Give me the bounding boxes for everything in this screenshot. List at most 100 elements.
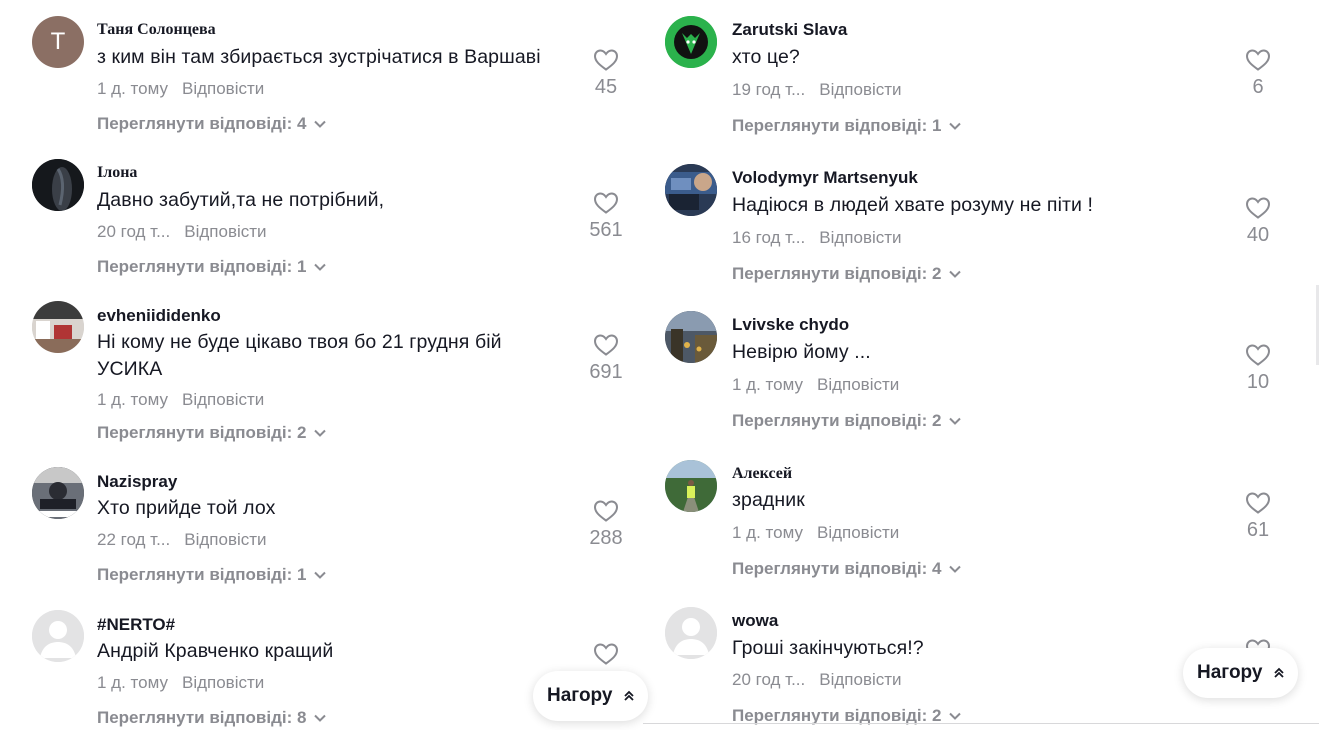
like-button[interactable]: 691: [576, 333, 636, 384]
like-count: 40: [1246, 224, 1270, 246]
view-replies-label: Переглянути відповіді: 2: [732, 411, 942, 430]
view-replies-label: Переглянути відповіді: 2: [732, 264, 942, 283]
view-replies-button[interactable]: Переглянути відповіді: 2: [732, 264, 962, 284]
comment-meta: 19 год т... Відповісти: [732, 80, 902, 100]
view-replies-label: Переглянути відповіді: 1: [97, 565, 307, 584]
view-replies-button[interactable]: Переглянути відповіді: 1: [97, 565, 327, 585]
avatar[interactable]: [665, 607, 717, 659]
comment-meta: 1 д. тому Відповісти: [97, 673, 264, 693]
double-chevron-up-icon: [624, 690, 635, 702]
view-replies-button[interactable]: Переглянути відповіді: 4: [97, 114, 327, 134]
view-replies-button[interactable]: Переглянути відповіді: 1: [97, 257, 327, 277]
view-replies-label: Переглянути відповіді: 1: [732, 116, 942, 135]
comment-username[interactable]: Ілона: [97, 164, 137, 182]
comment-username[interactable]: Алексей: [732, 465, 792, 483]
chevron-down-icon: [314, 429, 327, 437]
chevron-down-icon: [314, 120, 327, 128]
heart-icon: [1228, 196, 1288, 220]
comment-username[interactable]: evheniididenko: [97, 306, 221, 326]
comment-text: Гроші закінчуються!?: [732, 637, 924, 659]
comment-time: 16 год т...: [732, 228, 806, 247]
chevron-down-icon: [949, 565, 962, 573]
comment-meta: 22 год т... Відповісти: [97, 530, 267, 550]
comment-username[interactable]: Lvivske chydo: [732, 315, 849, 335]
reply-button[interactable]: Відповісти: [817, 375, 899, 394]
avatar[interactable]: [32, 467, 84, 519]
reply-button[interactable]: Відповісти: [184, 530, 266, 549]
comment-username[interactable]: Nazispray: [97, 472, 177, 492]
like-button[interactable]: 288: [576, 499, 636, 550]
like-button[interactable]: 40: [1228, 196, 1288, 247]
heart-icon: [1228, 48, 1288, 72]
back-to-top-label: Нагору: [1197, 662, 1263, 683]
view-replies-button[interactable]: Переглянути відповіді: 2: [97, 423, 327, 443]
like-button[interactable]: 45: [576, 48, 636, 99]
avatar[interactable]: [665, 16, 717, 68]
double-chevron-up-icon: [1274, 667, 1285, 679]
view-replies-label: Переглянути відповіді: 4: [732, 559, 942, 578]
comment-username[interactable]: wowa: [732, 611, 778, 631]
comment-text: Ні кому не буде цікаво твоя бо 21 грудня…: [97, 331, 502, 380]
comment-time: 1 д. тому: [732, 375, 803, 394]
like-button[interactable]: 561: [576, 191, 636, 242]
avatar-letter: T: [50, 28, 66, 55]
comment-text: зрадник: [732, 489, 805, 511]
back-to-top-button[interactable]: Нагору: [1183, 648, 1299, 698]
avatar[interactable]: [665, 460, 717, 512]
back-to-top-button[interactable]: Нагору: [533, 671, 649, 721]
like-button[interactable]: [576, 642, 636, 666]
avatar[interactable]: [665, 311, 717, 363]
like-button[interactable]: 10: [1228, 343, 1288, 394]
chevron-down-icon: [949, 122, 962, 130]
comment-time: 20 год т...: [97, 222, 171, 241]
like-count: 6: [1252, 76, 1264, 98]
view-replies-button[interactable]: Переглянути відповіді: 4: [732, 559, 962, 579]
wolf-logo-icon: [665, 16, 717, 68]
comment-time: 19 год т...: [732, 80, 806, 99]
comment-meta: 1 д. тому Відповісти: [97, 79, 264, 99]
like-count: 561: [589, 219, 623, 241]
heart-icon: [576, 499, 636, 523]
comment-text: з ким він там збирається зустрічатися в …: [97, 46, 541, 68]
heart-icon: [576, 333, 636, 357]
reply-button[interactable]: Відповісти: [182, 673, 264, 692]
comment-text: Невірю йому ...: [732, 341, 871, 363]
comment-time: 20 год т...: [732, 670, 806, 689]
divider: [643, 723, 1319, 724]
like-count: 61: [1246, 519, 1270, 541]
reply-button[interactable]: Відповісти: [819, 80, 901, 99]
reply-button[interactable]: Відповісти: [182, 390, 264, 409]
like-button[interactable]: 61: [1228, 491, 1288, 542]
comment-time: 22 год т...: [97, 530, 171, 549]
view-replies-button[interactable]: Переглянути відповіді: 1: [732, 116, 962, 136]
default-avatar-icon: [665, 607, 717, 659]
comment-username[interactable]: Zarutski Slava: [732, 20, 847, 40]
avatar[interactable]: [665, 164, 717, 216]
comment-time: 1 д. тому: [97, 390, 168, 409]
view-replies-button[interactable]: Переглянути відповіді: 2: [732, 411, 962, 431]
chevron-down-icon: [314, 263, 327, 271]
reply-button[interactable]: Відповісти: [819, 670, 901, 689]
like-count: 288: [589, 527, 623, 549]
comment-username[interactable]: #NERTO#: [97, 615, 175, 635]
back-to-top-label: Нагору: [547, 685, 613, 706]
avatar[interactable]: [32, 159, 84, 211]
comment-username[interactable]: Таня Солонцева: [97, 21, 216, 39]
chevron-down-icon: [314, 714, 327, 722]
comment-meta: 20 год т... Відповісти: [97, 222, 267, 242]
reply-button[interactable]: Відповісти: [817, 523, 899, 542]
view-replies-label: Переглянути відповіді: 2: [97, 423, 307, 442]
avatar[interactable]: [32, 610, 84, 662]
avatar[interactable]: T: [32, 16, 84, 68]
comment-username[interactable]: Volodymyr Martsenyuk: [732, 168, 918, 188]
reply-button[interactable]: Відповісти: [819, 228, 901, 247]
view-replies-label: Переглянути відповіді: 1: [97, 257, 307, 276]
chevron-down-icon: [949, 270, 962, 278]
like-button[interactable]: 6: [1228, 48, 1288, 99]
heart-icon: [1228, 491, 1288, 515]
view-replies-button[interactable]: Переглянути відповіді: 8: [97, 708, 327, 728]
heart-icon: [576, 48, 636, 72]
reply-button[interactable]: Відповісти: [184, 222, 266, 241]
avatar[interactable]: [32, 301, 84, 353]
reply-button[interactable]: Відповісти: [182, 79, 264, 98]
